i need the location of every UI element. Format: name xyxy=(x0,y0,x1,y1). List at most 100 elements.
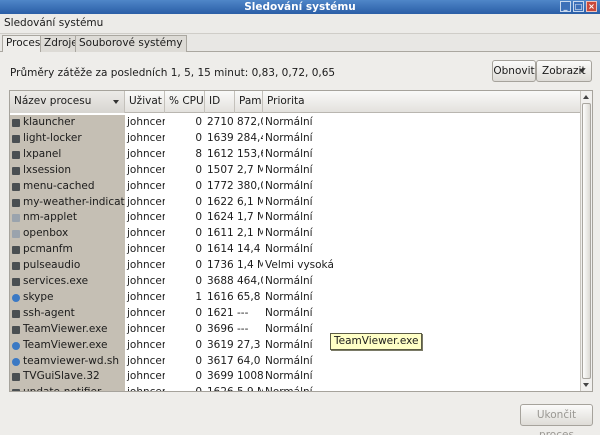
process-priority-cell: Normální xyxy=(265,179,313,192)
column-header-user[interactable]: Uživat xyxy=(125,91,165,113)
process-user-cell: johncer xyxy=(127,131,165,144)
process-cpu-cell: 0 xyxy=(195,322,202,335)
process-cpu-cell: 0 xyxy=(195,306,202,319)
process-priority-cell: Normální xyxy=(265,290,313,303)
process-name-cell: pulseaudio xyxy=(10,258,125,275)
app-icon xyxy=(12,119,20,127)
process-user-cell: johncer xyxy=(127,163,165,176)
process-memory-cell: 64,0 K xyxy=(237,354,263,367)
tab-filesystems[interactable]: Souborové systémy xyxy=(75,35,187,52)
process-table[interactable]: Název procesu Uživat % CPU ID Pamě Prior… xyxy=(9,90,593,392)
process-name-cell: pcmanfm xyxy=(10,242,125,259)
process-id-cell: 1624 xyxy=(207,211,234,224)
process-id-cell: 3696 xyxy=(207,322,234,335)
app-icon xyxy=(12,309,20,318)
table-row[interactable]: pcmanfmjohncer 0 161414,4 MNormální xyxy=(10,242,580,259)
table-row[interactable]: teamviewer-wd.shjohncer 0 361764,0 KNormál… xyxy=(10,353,580,370)
tooltip: TeamViewer.exe xyxy=(330,333,423,350)
table-row[interactable]: menu-cachedjohncer 0 1772380,0Normální xyxy=(10,178,580,195)
process-name-cell: menu-cached xyxy=(10,178,125,195)
process-name-cell: TVGuiSlave.32 xyxy=(10,369,125,386)
process-name-cell: my-weather-indicator xyxy=(10,194,125,211)
processes-panel: Průměry zátěže za posledních 1, 5, 15 mi… xyxy=(0,52,600,435)
process-user-cell: johncer xyxy=(127,227,165,240)
table-row[interactable]: update-notifierjohncer016265,9 MiNormáln… xyxy=(10,385,580,391)
process-cpu-cell: 0 xyxy=(195,195,202,208)
menu-item-system-monitor[interactable]: Sledování systému xyxy=(4,17,103,29)
window-titlebar[interactable]: Sledování systému _ □ × xyxy=(0,0,600,14)
vertical-scrollbar[interactable] xyxy=(580,91,592,391)
process-memory-cell: 1008,0 xyxy=(237,370,263,383)
process-cpu-cell: 0 xyxy=(195,275,202,287)
column-header-name[interactable]: Název procesu xyxy=(10,91,125,113)
process-id-cell: 1626 xyxy=(205,385,235,391)
network-icon xyxy=(12,214,20,223)
process-id-cell: 1612 xyxy=(207,147,234,160)
table-row[interactable]: light-lockerjohncer 0 1639284,4Normální xyxy=(10,130,580,147)
process-id-cell: 1621 xyxy=(207,306,234,319)
table-row[interactable]: TeamViewer.exe johncer 0 3696 --- Normální xyxy=(10,321,580,338)
refresh-button[interactable]: Obnovit xyxy=(492,60,536,82)
scroll-down-arrow-icon[interactable] xyxy=(583,383,589,387)
table-row[interactable]: my-weather-indicatorjohncer 0 16226,1 MiNo… xyxy=(10,194,580,211)
window-icon xyxy=(12,230,20,239)
process-cpu-cell: 0 xyxy=(195,131,202,144)
table-row[interactable]: pulseaudiojohncer 0 17361,4 MiVelmi vysoká xyxy=(10,258,580,275)
process-memory-cell: 1,7 Mi xyxy=(237,211,263,224)
process-priority-cell: Normální xyxy=(265,147,313,160)
column-header-memory[interactable]: Pamě xyxy=(235,91,263,113)
close-icon[interactable]: × xyxy=(586,1,597,12)
table-row[interactable]: nm-appletjohncer 0 16241,7 MiNormální xyxy=(10,210,580,227)
column-header-id[interactable]: ID xyxy=(205,91,235,113)
process-user-cell: johncer xyxy=(127,275,165,287)
app-icon xyxy=(12,182,20,191)
process-priority-cell: Normální xyxy=(263,385,353,391)
table-row[interactable]: services.exejohncer 0 3688464,0Normální xyxy=(10,274,580,290)
column-header-cpu[interactable]: % CPU xyxy=(165,91,205,113)
table-row[interactable]: lxsessionjohncer 0 15072,7 MiNormální xyxy=(10,162,580,179)
process-name-cell: light-locker xyxy=(10,130,125,147)
minimize-icon[interactable]: _ xyxy=(560,1,571,12)
process-user-cell: johncer xyxy=(127,370,165,383)
process-user-cell: johncer xyxy=(127,354,165,367)
table-row[interactable]: TeamViewer.exejohncer0361927,3 MNormální xyxy=(10,337,580,354)
table-row[interactable]: skypejohncer 1 161665,8 MNormální xyxy=(10,289,580,306)
process-priority-cell: Normální xyxy=(265,211,313,224)
process-user-cell: johncer xyxy=(127,195,165,208)
process-memory-cell: 153,6 xyxy=(237,147,263,160)
scroll-up-arrow-icon[interactable] xyxy=(583,95,589,99)
app-icon xyxy=(12,150,20,159)
process-memory-cell: 284,4 xyxy=(237,131,263,144)
process-name-cell: services.exe xyxy=(10,274,125,290)
process-priority-cell: Normální xyxy=(265,243,313,256)
table-row[interactable]: openboxjohncer 0 16112,1 MiNormální xyxy=(10,226,580,243)
chevron-down-icon xyxy=(579,69,585,73)
process-id-cell: 3699 xyxy=(207,370,234,383)
process-memory-cell: 464,0 xyxy=(237,275,263,287)
app-icon xyxy=(12,389,20,391)
table-row[interactable]: ssh-agent johncer 0 1621 --- Normální xyxy=(10,305,580,322)
process-memory-cell: 2,7 Mi xyxy=(237,163,263,176)
maximize-icon[interactable]: □ xyxy=(573,1,584,12)
process-priority-cell: Normální xyxy=(265,131,313,144)
process-user-cell: johncer xyxy=(127,290,165,303)
teamviewer-icon xyxy=(12,341,20,350)
column-header-priority[interactable]: Priorita xyxy=(263,91,580,113)
process-memory-cell: 65,8 M xyxy=(237,290,263,303)
process-user-cell: johncer xyxy=(127,259,165,272)
table-row[interactable]: klauncherjohncer 0 2710872,0Normální xyxy=(10,115,580,131)
process-user-cell: johncer xyxy=(127,147,165,160)
process-name-cell: TeamViewer.exe xyxy=(10,321,125,338)
app-icon xyxy=(12,262,20,271)
table-row[interactable]: TVGuiSlave.32johncer 0 36991008,0Normální xyxy=(10,369,580,386)
process-priority-cell: Normální xyxy=(265,116,313,128)
process-name-cell: TeamViewer.exe xyxy=(10,337,125,354)
scrollbar-thumb[interactable] xyxy=(582,103,591,379)
table-row[interactable]: lxpaneljohncer 8 1612153,6Normální xyxy=(10,146,580,163)
process-priority-cell: Normální xyxy=(265,354,313,367)
end-process-button[interactable]: Ukončit proces xyxy=(520,404,593,435)
view-menu-button[interactable]: Zobrazit xyxy=(536,60,592,82)
process-priority-cell: Normální xyxy=(265,195,313,208)
process-memory-cell: 14,4 M xyxy=(237,243,263,256)
process-cpu-cell: 0 xyxy=(195,116,202,128)
